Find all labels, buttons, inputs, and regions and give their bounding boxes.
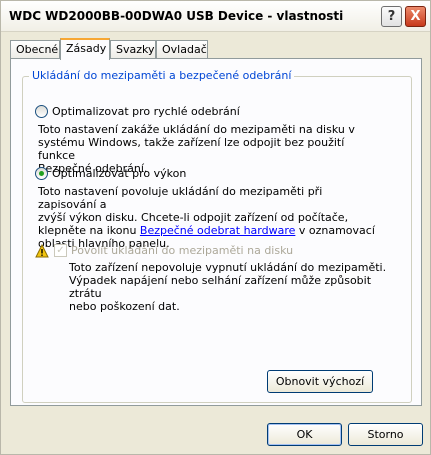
tab-zasady[interactable]: Zásady bbox=[60, 38, 110, 60]
title-bar[interactable]: WDC WD2000BB-00DWA0 USB Device - vlastno… bbox=[1, 1, 430, 32]
cancel-button[interactable]: Storno bbox=[348, 423, 423, 446]
tab-ovladac[interactable]: Ovladač bbox=[156, 40, 208, 59]
optimize-performance-label: Optimalizovat pro výkon bbox=[52, 167, 187, 180]
safely-remove-hardware-link[interactable]: Bezpečné odebrat hardware bbox=[140, 224, 295, 237]
performance-desc-line: Toto nastavení povoluje ukládání do mezi… bbox=[38, 185, 323, 211]
write-cache-desc-line: Toto zařízení nepovoluje vypnutí ukládán… bbox=[69, 261, 387, 274]
window-title: WDC WD2000BB-00DWA0 USB Device - vlastno… bbox=[9, 9, 344, 23]
write-cache-desc-line: Výpadek napájení nebo selhání zařízení m… bbox=[69, 274, 372, 300]
write-cache-desc-line: nebo poškození dat. bbox=[69, 300, 180, 313]
properties-window: WDC WD2000BB-00DWA0 USB Device - vlastno… bbox=[0, 0, 431, 455]
enable-disk-write-cache-label: Povolit ukládání do mezipaměti na disku bbox=[71, 244, 294, 257]
restore-defaults-button[interactable]: Obnovit výchozí bbox=[267, 370, 373, 393]
ok-button[interactable]: OK bbox=[267, 423, 342, 446]
optimize-quick-removal-label: Optimalizovat pro rychlé odebrání bbox=[52, 105, 240, 118]
performance-description: Toto nastavení povoluje ukládání do mezi… bbox=[38, 185, 378, 250]
help-icon: ? bbox=[387, 9, 396, 24]
tab-obecne[interactable]: Obecné bbox=[10, 40, 60, 59]
performance-desc-line: klepněte na ikonu Bezpečné odebrat hardw… bbox=[38, 224, 378, 237]
checkbox-checked-icon: ✓ bbox=[54, 244, 67, 257]
radio-unchecked-icon bbox=[35, 105, 48, 118]
close-button[interactable]: X bbox=[405, 6, 426, 27]
caching-group-title: Ukládání do mezipaměti a bezpečené odebr… bbox=[29, 69, 295, 82]
performance-desc-text: v oznamovací bbox=[295, 224, 375, 237]
close-icon: X bbox=[410, 9, 421, 24]
tab-panel-zasady: Ukládání do mezipaměti a bezpečené odebr… bbox=[10, 58, 422, 406]
quick-removal-desc-line: Toto nastavení zakáže ukládání do mezipa… bbox=[38, 123, 355, 136]
help-button[interactable]: ? bbox=[381, 6, 402, 27]
optimize-quick-removal-radio[interactable]: Optimalizovat pro rychlé odebrání bbox=[35, 105, 240, 118]
tab-svazky[interactable]: Svazky bbox=[110, 40, 156, 59]
optimize-performance-radio[interactable]: Optimalizovat pro výkon bbox=[35, 167, 186, 180]
warning-icon bbox=[35, 244, 49, 258]
enable-disk-write-cache-checkbox[interactable]: ✓ Povolit ukládání do mezipaměti na disk… bbox=[54, 244, 293, 257]
performance-desc-text: klepněte na ikonu bbox=[38, 224, 140, 237]
performance-desc-line: zvýší výkon disku. Chcete-li odpojit zař… bbox=[38, 211, 349, 224]
write-cache-description: Toto zařízení nepovoluje vypnutí ukládán… bbox=[69, 261, 389, 313]
quick-removal-desc-line: systému Windows, takže zařízení lze odpo… bbox=[38, 136, 345, 162]
radio-checked-icon bbox=[35, 167, 48, 180]
